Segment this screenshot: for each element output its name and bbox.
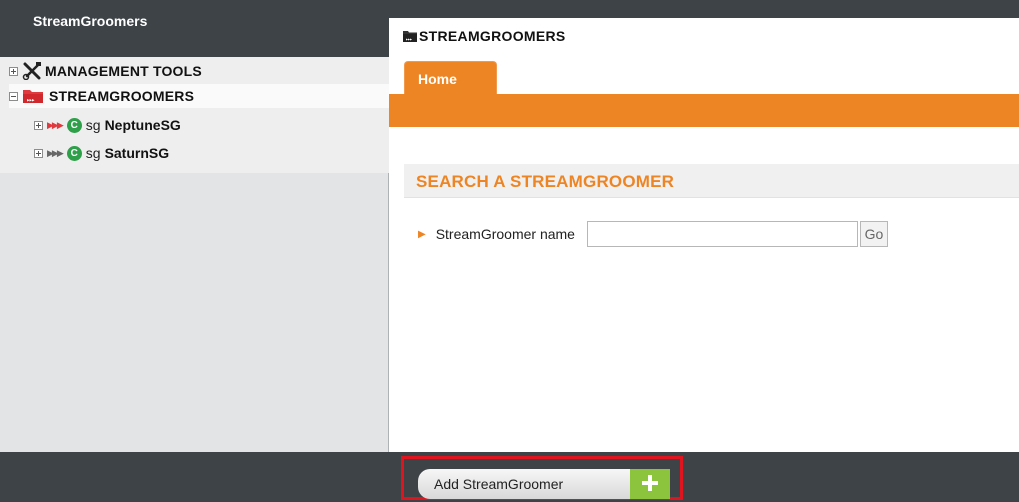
plus-icon [630, 469, 670, 499]
bullet-arrow-icon: ▶ [418, 228, 426, 240]
tree-label: MANAGEMENT TOOLS [45, 63, 202, 79]
main-header-strip [389, 0, 1019, 18]
tree-item-management-tools[interactable]: MANAGEMENT TOOLS [9, 59, 202, 83]
stream-arrows-icon: ▶▶▶ [47, 119, 64, 130]
search-label: StreamGroomer name [435, 226, 575, 242]
add-streamgroomer-button[interactable]: Add StreamGroomer [418, 469, 670, 499]
status-badge: C [66, 117, 82, 133]
sidebar-tree: MANAGEMENT TOOLS ▸▸▸ STREAMGROOMERS ▶▶▶ … [0, 57, 389, 452]
collapse-icon[interactable] [9, 91, 18, 101]
tree-item-prefix: sg [85, 145, 101, 161]
tree-label: STREAMGROOMERS [49, 88, 195, 104]
svg-text:▸▸▸: ▸▸▸ [406, 37, 412, 42]
expand-icon[interactable] [34, 148, 43, 158]
page-title: STREAMGROOMERS [419, 28, 566, 44]
tree-item-streamgroomers[interactable]: ▸▸▸ STREAMGROOMERS [9, 84, 389, 108]
red-folder-icon: ▸▸▸ [22, 88, 44, 104]
tree-label: NeptuneSG [104, 117, 181, 133]
tools-icon [22, 62, 42, 81]
go-button[interactable]: Go [859, 221, 888, 247]
folder-icon: ▸▸▸ [403, 30, 417, 45]
stream-arrows-icon: ▶▶▶ [47, 147, 64, 158]
search-form: ▶ StreamGroomer name Go [418, 220, 888, 248]
expand-icon[interactable] [9, 66, 18, 76]
expand-icon[interactable] [34, 120, 43, 130]
tab-home[interactable]: Home [404, 61, 497, 96]
svg-text:▸▸▸: ▸▸▸ [27, 98, 35, 104]
tree-item-prefix: sg [85, 117, 101, 133]
tree-item-neptunesg[interactable]: ▶▶▶ C sg NeptuneSG [34, 113, 181, 137]
tab-content-bar [389, 94, 1019, 127]
add-button-label: Add StreamGroomer [418, 469, 630, 499]
section-title: SEARCH A STREAMGROOMER [416, 172, 675, 191]
tree-item-saturnsg[interactable]: ▶▶▶ C sg SaturnSG [34, 141, 169, 165]
sidebar-header: StreamGroomers [0, 0, 389, 57]
sidebar-title: StreamGroomers [33, 13, 148, 29]
main-title-bar: ▸▸▸ STREAMGROOMERS [389, 18, 1019, 58]
streamgroomer-name-input[interactable] [586, 221, 858, 247]
tab-label: Home [418, 71, 457, 87]
status-badge: C [66, 145, 82, 161]
tree-label: SaturnSG [104, 145, 170, 161]
section-header: SEARCH A STREAMGROOMER [404, 164, 1019, 198]
